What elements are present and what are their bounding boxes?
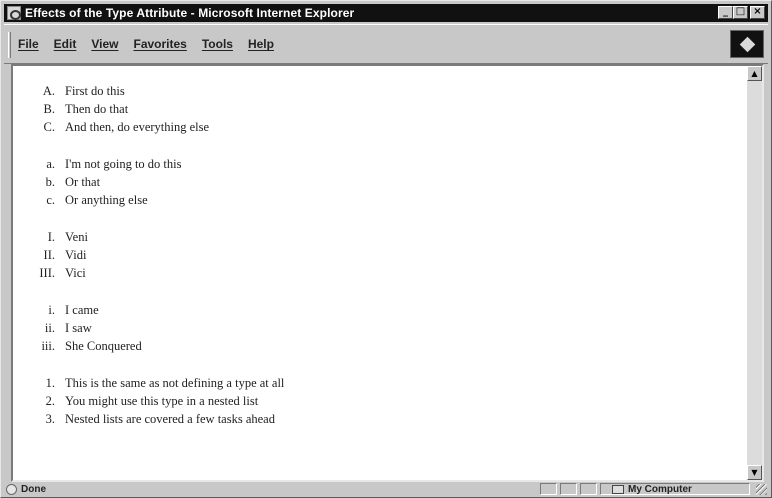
window-controls: _ □ × <box>718 6 765 19</box>
menu-view[interactable]: View <box>91 37 118 51</box>
list-item-text: And then, do everything else <box>65 120 210 134</box>
menu-tools[interactable]: Tools <box>202 37 233 51</box>
menu-edit[interactable]: Edit <box>54 37 77 51</box>
list-item: A. First do this <box>33 82 284 100</box>
list-marker: ii. <box>44 321 55 335</box>
list-item-text: You might use this type in a nested list <box>65 394 259 408</box>
status-panel <box>560 483 577 495</box>
list-item-text: First do this <box>65 84 125 98</box>
list-item: 3. Nested lists are covered a few tasks a… <box>33 410 284 428</box>
list-item-text: Nested lists are covered a few tasks ahe… <box>65 412 275 426</box>
list-item-text: Or that <box>65 175 101 189</box>
list-item: iii. She Conquered <box>33 337 284 355</box>
list-item: ii. I saw <box>33 319 284 337</box>
list-item-text: Veni <box>65 230 88 244</box>
list-item-text: This is the same as not defining a type … <box>65 376 285 390</box>
ordered-list-uppercase-roman: I. Veni II. Vidi III. Vici <box>33 228 284 282</box>
menu-favorites[interactable]: Favorites <box>133 37 186 51</box>
list-item: B. Then do that <box>33 100 284 118</box>
menu-help[interactable]: Help <box>248 37 274 51</box>
list-item-text: Or anything else <box>65 193 148 207</box>
list-marker: 1. <box>45 376 55 390</box>
ordered-list-lowercase-roman: i. I came ii. I saw iii. She Conquered <box>33 301 284 355</box>
minimize-button[interactable]: _ <box>718 6 733 19</box>
list-item-text: I came <box>65 303 99 317</box>
list-item: i. I came <box>33 301 284 319</box>
list-item-text: She Conquered <box>65 339 142 353</box>
zone-text: My Computer <box>628 483 692 495</box>
list-marker: a. <box>46 157 55 171</box>
list-item: III. Vici <box>33 264 284 282</box>
list-item: c. Or anything else <box>33 191 284 209</box>
list-marker: iii. <box>41 339 55 353</box>
internet-explorer-icon[interactable] <box>7 6 21 20</box>
menu-bar: File Edit View Favorites Tools Help <box>4 24 768 64</box>
list-item: C. And then, do everything else <box>33 118 284 136</box>
title-bar[interactable]: Effects of the Type Attribute - Microsof… <box>4 4 768 22</box>
list-item: II. Vidi <box>33 246 284 264</box>
list-marker: 3. <box>45 412 55 426</box>
status-panel <box>540 483 557 495</box>
status-message: Done <box>6 482 46 496</box>
ordered-list-uppercase-letters: A. First do this B. Then do that C. And the… <box>33 82 284 136</box>
list-marker: c. <box>46 193 55 207</box>
vertical-scrollbar[interactable]: ▲ ▼ <box>747 66 762 480</box>
list-marker: I. <box>47 230 55 244</box>
browser-window: Effects of the Type Attribute - Microsof… <box>0 0 772 498</box>
list-marker: A. <box>42 84 55 98</box>
list-item-text: Then do that <box>65 102 129 116</box>
list-marker: C. <box>43 120 55 134</box>
list-item: 1. This is the same as not defining a typ… <box>33 374 285 392</box>
list-item-text: I saw <box>65 321 92 335</box>
page-content: A. First do this B. Then do that C. And the… <box>11 64 764 482</box>
list-item: b. Or that <box>33 173 284 191</box>
window-title: Effects of the Type Attribute - Microsof… <box>25 6 355 20</box>
computer-icon <box>612 484 624 494</box>
list-item: a. I'm not going to do this <box>33 155 284 173</box>
status-bar: Done My Computer <box>4 482 768 496</box>
scroll-up-arrow-icon[interactable]: ▲ <box>747 66 762 81</box>
list-marker: 2. <box>45 394 55 408</box>
list-item-text: Vidi <box>65 248 87 262</box>
list-item-text: Vici <box>65 266 86 280</box>
scroll-down-arrow-icon[interactable]: ▼ <box>747 465 762 480</box>
list-item: 2. You might use this type in a nested li… <box>33 392 284 410</box>
list-item-text: I'm not going to do this <box>65 157 182 171</box>
toolbar-grip[interactable] <box>8 32 11 58</box>
menu-items: File Edit View Favorites Tools Help <box>18 37 289 51</box>
resize-grip-icon[interactable] <box>756 484 767 495</box>
list-marker: III. <box>39 266 55 280</box>
status-panel <box>580 483 597 495</box>
list-marker: i. <box>48 303 55 317</box>
ordered-list-lowercase-letters: a. I'm not going to do this b. Or that c. O… <box>33 155 284 209</box>
list-marker: II. <box>43 248 55 262</box>
security-zone: My Computer <box>612 482 692 496</box>
ordered-lists: A. First do this B. Then do that C. And the… <box>33 82 284 447</box>
list-marker: B. <box>43 102 55 116</box>
maximize-button[interactable]: □ <box>733 6 748 19</box>
ordered-list-numbers: 1. This is the same as not defining a typ… <box>33 374 285 428</box>
menu-file[interactable]: File <box>18 37 39 51</box>
page-status-icon <box>6 483 17 495</box>
status-text: Done <box>21 483 46 495</box>
list-marker: b. <box>45 175 55 189</box>
windows-logo-throbber-icon <box>730 30 764 58</box>
close-button[interactable]: × <box>750 6 765 19</box>
list-item: I. Veni <box>33 228 284 246</box>
